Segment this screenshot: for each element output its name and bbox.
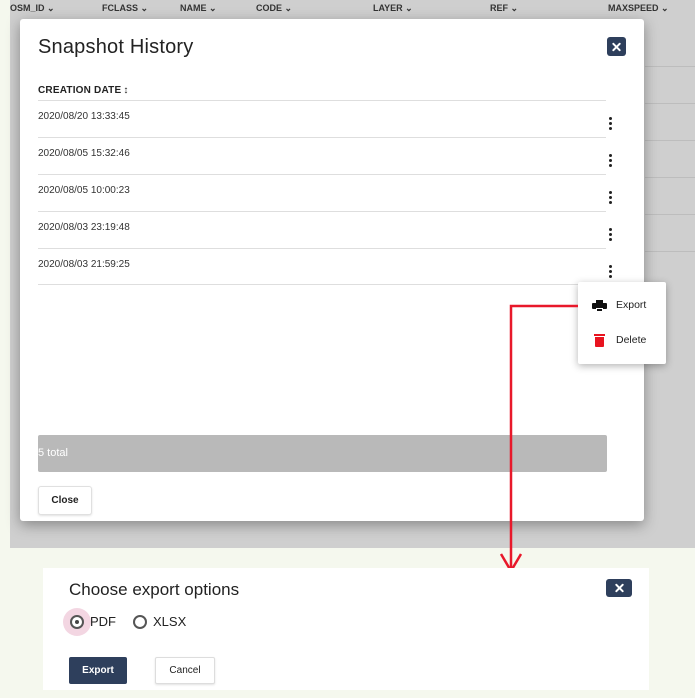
export-button[interactable]: Export xyxy=(69,657,127,684)
radio-label-xlsx[interactable]: XLSX xyxy=(153,614,186,629)
cancel-button[interactable]: Cancel xyxy=(155,657,215,684)
export-options-dialog: Choose export options PDF XLSX Export Ca… xyxy=(43,568,649,690)
radio-pdf[interactable] xyxy=(70,615,84,629)
radio-label-pdf[interactable]: PDF xyxy=(90,614,116,629)
close-icon[interactable] xyxy=(606,579,632,597)
radio-xlsx[interactable] xyxy=(133,615,147,629)
dialog-title: Choose export options xyxy=(69,580,240,599)
